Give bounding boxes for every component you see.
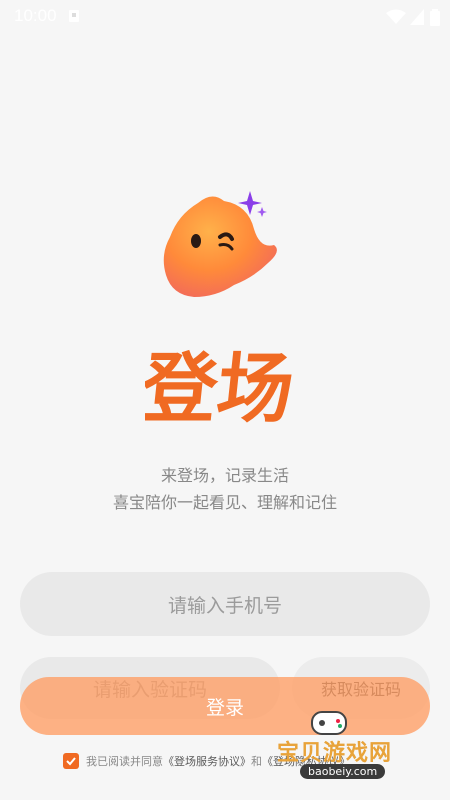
signal-icon [410, 9, 424, 25]
watermark-url: baobeiy.com [300, 764, 386, 779]
status-bar: 10:00 [0, 0, 450, 32]
svg-text:登场: 登场 [145, 344, 298, 430]
agreement-prefix: 我已阅读并同意 [86, 755, 163, 768]
watermark-text: 宝贝游戏网 [277, 741, 393, 766]
notification-icon [69, 10, 79, 22]
status-time: 10:00 [14, 6, 57, 25]
brand-logo-title: 登场 [145, 344, 298, 430]
checkmark-icon [66, 757, 76, 766]
phone-input[interactable]: 请输入手机号 [20, 572, 430, 636]
agreement-checkbox[interactable] [63, 753, 79, 769]
tagline-line1: 来登场，记录生活 [160, 466, 289, 485]
mascot-ghost-icon [163, 191, 277, 297]
agreement-conjunction: 和 [251, 755, 262, 768]
service-agreement-link[interactable]: 《登场服务协议》 [163, 753, 251, 769]
tagline-line2: 喜宝陪你一起看见、理解和记住 [112, 493, 337, 512]
wifi-icon [386, 9, 406, 24]
battery-icon [430, 9, 440, 26]
